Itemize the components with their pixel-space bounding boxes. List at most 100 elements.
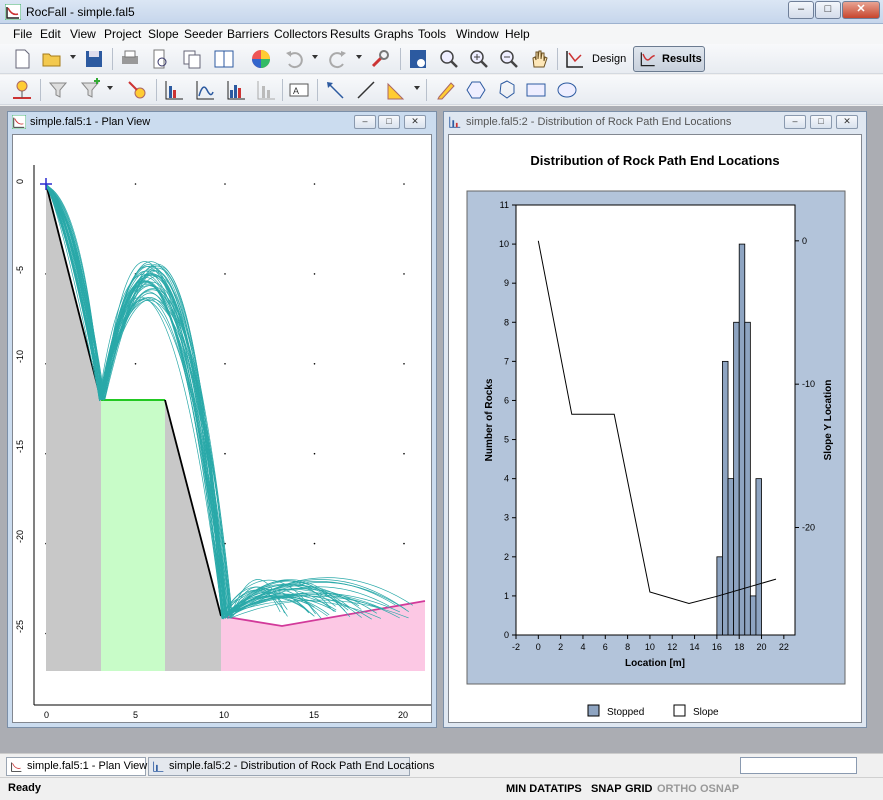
copy-icon[interactable] xyxy=(180,47,204,71)
grid-dot xyxy=(313,183,316,185)
polyline-icon[interactable] xyxy=(495,78,519,102)
design-label[interactable]: Design xyxy=(592,53,626,65)
plan-view-window[interactable]: simple.fal5:1 - Plan View – □ ✕ 0 -5 -10… xyxy=(7,111,437,728)
new-file-icon[interactable] xyxy=(10,47,34,71)
menu-help[interactable]: Help xyxy=(505,27,530,41)
print-preview-icon[interactable] xyxy=(148,47,172,71)
add-text-icon[interactable]: A xyxy=(287,78,311,102)
zoom-out-icon[interactable] xyxy=(497,47,521,71)
grid-dot xyxy=(224,273,226,275)
menu-collectors[interactable]: Collectors xyxy=(274,27,327,41)
status-osnap[interactable]: OSNAP xyxy=(700,783,739,795)
zoom-extents-icon[interactable] xyxy=(437,47,461,71)
plot-area xyxy=(515,204,796,636)
y-tick-label: 0 xyxy=(15,179,25,184)
graph-trajectory-icon[interactable] xyxy=(193,78,217,102)
highlight-rock-icon[interactable] xyxy=(125,78,149,102)
histogram-bar[interactable] xyxy=(749,595,757,636)
grid-dot xyxy=(403,452,405,455)
y2-tick-label: -10 xyxy=(802,379,815,389)
menu-seeder[interactable]: Seeder xyxy=(184,27,223,41)
close-button[interactable]: ✕ xyxy=(842,1,880,19)
undo-icon[interactable] xyxy=(282,47,306,71)
seeder-icon[interactable] xyxy=(10,78,34,102)
status-snap[interactable]: SNAP xyxy=(591,783,622,795)
tile-windows-icon[interactable] xyxy=(212,47,236,71)
menu-project[interactable]: Project xyxy=(104,27,141,41)
ellipse-icon[interactable] xyxy=(555,78,579,102)
distribution-window[interactable]: simple.fal5:2 - Distribution of Rock Pat… xyxy=(443,111,867,728)
filter-add-icon[interactable] xyxy=(78,78,102,102)
histogram-bar[interactable] xyxy=(733,321,740,636)
menu-edit[interactable]: Edit xyxy=(40,27,61,41)
graph-end-locations-icon[interactable] xyxy=(162,78,186,102)
filter-dropdown-icon[interactable] xyxy=(107,86,113,90)
menu-bar: File Edit View Project Slope Seeder Barr… xyxy=(0,24,883,44)
menu-view[interactable]: View xyxy=(70,27,96,41)
print-icon[interactable] xyxy=(118,47,142,71)
rectangle-icon[interactable] xyxy=(524,78,548,102)
app-icon xyxy=(5,4,21,20)
plan-restore-button[interactable]: □ xyxy=(378,115,400,129)
pan-hand-icon[interactable] xyxy=(527,47,551,71)
plan-minimize-button[interactable]: – xyxy=(354,115,376,129)
menu-barriers[interactable]: Barriers xyxy=(227,27,269,41)
plan-close-button[interactable]: ✕ xyxy=(404,115,426,129)
arrow-tool-icon[interactable] xyxy=(323,78,347,102)
undo-dropdown-icon[interactable] xyxy=(312,55,318,59)
tab-distribution[interactable]: simple.fal5:2 - Distribution of Rock Pat… xyxy=(148,757,434,776)
measure-tool-icon[interactable] xyxy=(385,78,409,102)
line-tool-icon[interactable] xyxy=(354,78,378,102)
color-wheel-icon[interactable] xyxy=(249,47,273,71)
y2-tick-label: 0 xyxy=(802,236,807,246)
status-min-datatips[interactable]: MIN DATATIPS xyxy=(506,783,582,795)
graph-barrier-icon[interactable] xyxy=(254,78,278,102)
plan-tab-icon xyxy=(11,762,22,772)
distribution-canvas[interactable]: Distribution of Rock Path End Locations … xyxy=(448,134,862,723)
barrier-region xyxy=(101,400,165,671)
filter-icon[interactable] xyxy=(46,78,70,102)
y-tick-label: 7 xyxy=(504,356,509,366)
measure-dropdown-icon[interactable] xyxy=(414,86,420,90)
menu-tools[interactable]: Tools xyxy=(418,27,446,41)
tab-plan-view[interactable]: simple.fal5:1 - Plan View xyxy=(6,757,147,776)
slope-model-plot[interactable]: 0 -5 -10 -15 -20 -25 0 5 10 15 20 xyxy=(13,135,431,722)
dist-minimize-button[interactable]: – xyxy=(784,115,806,129)
grid-dot xyxy=(313,452,316,455)
status-grid[interactable]: GRID xyxy=(625,783,653,795)
wrench-icon[interactable] xyxy=(368,47,392,71)
distribution-chart[interactable]: Distribution of Rock Path End Locations … xyxy=(449,135,861,722)
y2-tick-label: -20 xyxy=(802,523,815,533)
menu-file[interactable]: File xyxy=(13,27,32,41)
save-icon[interactable] xyxy=(82,47,106,71)
histogram-bar[interactable] xyxy=(738,243,746,636)
dist-restore-button[interactable]: □ xyxy=(810,115,832,129)
info-viewer-icon[interactable] xyxy=(406,47,430,71)
menu-results[interactable]: Results xyxy=(330,27,370,41)
toolbar-separator xyxy=(400,48,401,70)
dist-close-button[interactable]: ✕ xyxy=(836,115,858,129)
results-button[interactable]: Results xyxy=(633,46,705,72)
design-mode-icon[interactable] xyxy=(563,47,587,71)
menu-graphs[interactable]: Graphs xyxy=(374,27,413,41)
redo-dropdown-icon[interactable] xyxy=(356,55,362,59)
title-bar: RocFall - simple.fal5 – □ ✕ xyxy=(0,0,883,24)
zoom-in-icon[interactable] xyxy=(467,47,491,71)
menu-window[interactable]: Window xyxy=(456,27,499,41)
open-folder-icon[interactable] xyxy=(40,47,64,71)
pencil-icon[interactable] xyxy=(434,78,458,102)
status-ortho[interactable]: ORTHO xyxy=(657,783,697,795)
redo-icon[interactable] xyxy=(326,47,350,71)
minimize-button[interactable]: – xyxy=(788,1,814,19)
grid-dot xyxy=(403,183,405,185)
coordinate-input[interactable] xyxy=(740,757,857,774)
plan-view-canvas[interactable]: 0 -5 -10 -15 -20 -25 0 5 10 15 20 xyxy=(12,134,432,723)
graph-histogram-icon[interactable] xyxy=(224,78,248,102)
histogram-bar[interactable] xyxy=(727,478,735,636)
maximize-button[interactable]: □ xyxy=(815,1,841,19)
open-dropdown-icon[interactable] xyxy=(70,55,76,59)
y-tick-label: 3 xyxy=(504,513,509,523)
polygon-icon[interactable] xyxy=(464,78,488,102)
menu-slope[interactable]: Slope xyxy=(148,27,179,41)
histogram-bar[interactable] xyxy=(755,478,762,636)
